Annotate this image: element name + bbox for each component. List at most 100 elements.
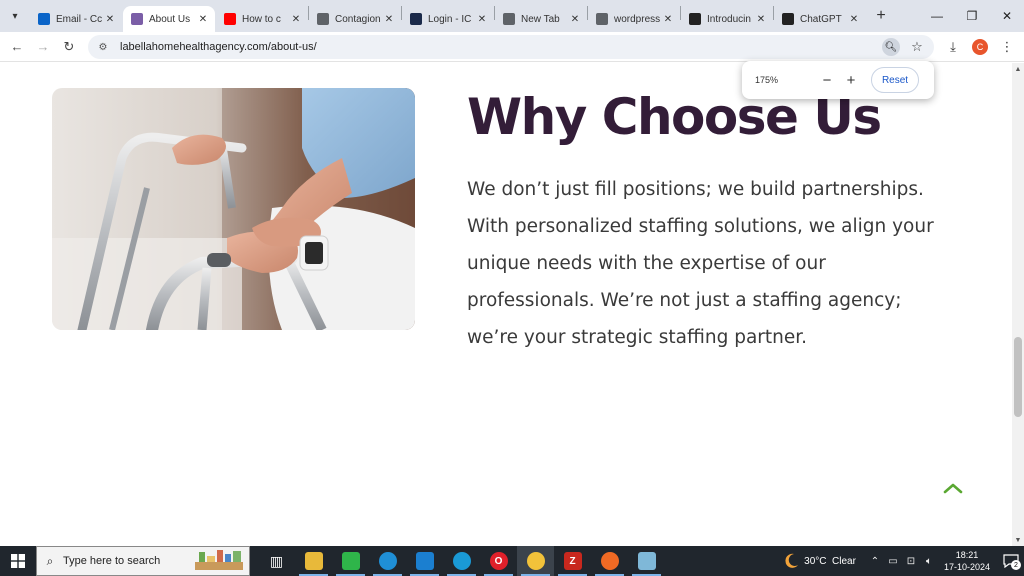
- chevron-up-icon[interactable]: ⌃: [867, 556, 883, 567]
- tab-label: About Us: [149, 13, 191, 25]
- forward-button[interactable]: →: [30, 34, 56, 60]
- close-tab-icon[interactable]: ✕: [197, 14, 209, 25]
- teams-icon: [378, 552, 397, 570]
- volume-icon[interactable]: 🔈︎: [921, 556, 937, 567]
- tab-label: Contagion: [335, 13, 381, 25]
- close-tab-icon[interactable]: ✕: [383, 14, 395, 25]
- search-highlight-illustration-icon: [195, 550, 243, 570]
- browser-tab[interactable]: About Us ✕: [123, 6, 215, 32]
- browser-tab[interactable]: Email - Cc ✕: [30, 6, 122, 32]
- tab-label: ChatGPT: [800, 13, 842, 25]
- scrollbar-thumb[interactable]: [1014, 337, 1022, 417]
- browser-tab[interactable]: How to c ✕: [216, 6, 308, 32]
- chrome-taskbar-button[interactable]: [517, 546, 554, 576]
- opera-icon: O: [489, 552, 508, 570]
- browser-tab[interactable]: New Tab ✕: [495, 6, 587, 32]
- close-tab-icon[interactable]: ✕: [848, 14, 860, 25]
- more-vertical-icon: ⋮: [1000, 39, 1014, 54]
- zoom-reset-button[interactable]: Reset: [871, 67, 919, 93]
- address-bar[interactable]: ⚙ labellahomehealthagency.com/about-us/ …: [88, 35, 934, 59]
- back-to-top-button[interactable]: [940, 477, 966, 499]
- close-tab-icon[interactable]: ✕: [476, 14, 488, 25]
- close-window-button[interactable]: ✕: [990, 0, 1024, 32]
- chrome-icon: [526, 552, 545, 570]
- filezilla-taskbar-button[interactable]: Z: [554, 546, 591, 576]
- system-tray: 30°C Clear ⌃ ▭ ⊡ 🔈︎ 18:21 17-10-2024 2: [782, 546, 1024, 576]
- reload-button[interactable]: ↻: [56, 34, 82, 60]
- zoom-popup: 175% − + Reset: [742, 61, 934, 99]
- task-view-icon: ▥: [269, 552, 284, 569]
- close-tab-icon[interactable]: ✕: [662, 14, 674, 25]
- weather-text: 30°C Clear: [804, 555, 856, 567]
- openai-icon: [689, 13, 701, 25]
- tab-search-button[interactable]: ▾: [5, 6, 25, 26]
- notification-count: 2: [1011, 560, 1021, 570]
- restore-button[interactable]: ❐: [955, 0, 989, 32]
- teams-taskbar-button[interactable]: [369, 546, 406, 576]
- zoom-in-button[interactable]: +: [839, 68, 863, 92]
- task-view-taskbar-button[interactable]: ▥: [258, 546, 295, 576]
- zoom-level: 175%: [755, 75, 779, 85]
- browser-tab[interactable]: Introducin ✕: [681, 6, 773, 32]
- battery-icon[interactable]: ▭: [885, 556, 901, 567]
- new-tab-button[interactable]: +: [870, 5, 892, 27]
- tab-label: Login - IC: [428, 13, 472, 25]
- downloads-button[interactable]: ⤓: [941, 35, 965, 59]
- taskbar-search[interactable]: ⌕ Type here to search: [36, 546, 250, 576]
- menu-button[interactable]: ⋮: [995, 35, 1019, 59]
- file-explorer-icon: [304, 552, 323, 570]
- caregiver-walker-photo: [52, 88, 415, 330]
- url-text[interactable]: labellahomehealthagency.com/about-us/: [120, 41, 317, 53]
- windows-taskbar: ⌕ Type here to search ▥ O Z 30°C Clear ⌃ ▭…: [0, 546, 1024, 576]
- chevron-up-icon: [943, 483, 963, 494]
- site-info-icon[interactable]: ⚙: [96, 42, 110, 53]
- browser-tab[interactable]: Contagion ✕: [309, 6, 401, 32]
- close-tab-icon[interactable]: ✕: [104, 14, 116, 25]
- close-tab-icon[interactable]: ✕: [290, 14, 302, 25]
- page-scrollbar[interactable]: ▲ ▼: [1012, 63, 1024, 546]
- browser-tab[interactable]: ChatGPT ✕: [774, 6, 866, 32]
- scroll-up-arrow-icon[interactable]: ▲: [1012, 63, 1024, 75]
- edge-icon: [452, 552, 471, 570]
- opera-taskbar-button[interactable]: O: [480, 546, 517, 576]
- clock[interactable]: 18:21 17-10-2024: [944, 549, 990, 573]
- zoom-icon[interactable]: 🔍︎: [882, 38, 900, 56]
- clock-date: 17-10-2024: [943, 562, 990, 572]
- n-logo-icon: [410, 13, 422, 25]
- vscode-icon: [415, 552, 434, 570]
- browser-tab[interactable]: Login - IC ✕: [402, 6, 494, 32]
- avatar: C: [972, 39, 988, 55]
- bookmark-star-icon[interactable]: ☆: [908, 38, 926, 56]
- browser-toolbar: ← → ↻ ⚙ labellahomehealthagency.com/abou…: [0, 32, 1024, 62]
- firefox-taskbar-button[interactable]: [591, 546, 628, 576]
- whatsapp-taskbar-button[interactable]: [332, 546, 369, 576]
- windows-logo-icon: [11, 554, 25, 568]
- close-tab-icon[interactable]: ✕: [569, 14, 581, 25]
- notification-center-button[interactable]: 2: [998, 546, 1024, 576]
- weather-widget[interactable]: 30°C Clear: [782, 552, 856, 570]
- tab-label: New Tab: [521, 13, 560, 25]
- minimize-button[interactable]: —: [920, 0, 954, 32]
- network-icon[interactable]: ⊡: [903, 556, 919, 567]
- vscode-taskbar-button[interactable]: [406, 546, 443, 576]
- section-body-text: We don’t just fill positions; we build p…: [467, 179, 934, 348]
- browser-tab[interactable]: wordpress ✕: [588, 6, 680, 32]
- chrome-icon: [503, 13, 515, 25]
- search-placeholder[interactable]: Type here to search: [63, 555, 191, 567]
- openai-icon: [782, 13, 794, 25]
- close-tab-icon[interactable]: ✕: [755, 14, 767, 25]
- back-button[interactable]: ←: [4, 34, 30, 60]
- notepad-taskbar-button[interactable]: [628, 546, 665, 576]
- zoom-out-button[interactable]: −: [815, 68, 839, 92]
- outlook-icon: [38, 13, 50, 25]
- tab-label: wordpress: [614, 13, 661, 25]
- file-explorer-taskbar-button[interactable]: [295, 546, 332, 576]
- tab-strip: ▾ Email - Cc ✕ About Us ✕ How to c ✕ Contagion…: [0, 0, 1024, 32]
- tab-label: Introducin: [707, 13, 751, 25]
- firefox-icon: [600, 552, 619, 570]
- scroll-down-arrow-icon[interactable]: ▼: [1012, 534, 1024, 546]
- start-button[interactable]: [0, 546, 36, 576]
- whatsapp-icon: [341, 552, 360, 570]
- edge-taskbar-button[interactable]: [443, 546, 480, 576]
- profile-button[interactable]: C: [968, 35, 992, 59]
